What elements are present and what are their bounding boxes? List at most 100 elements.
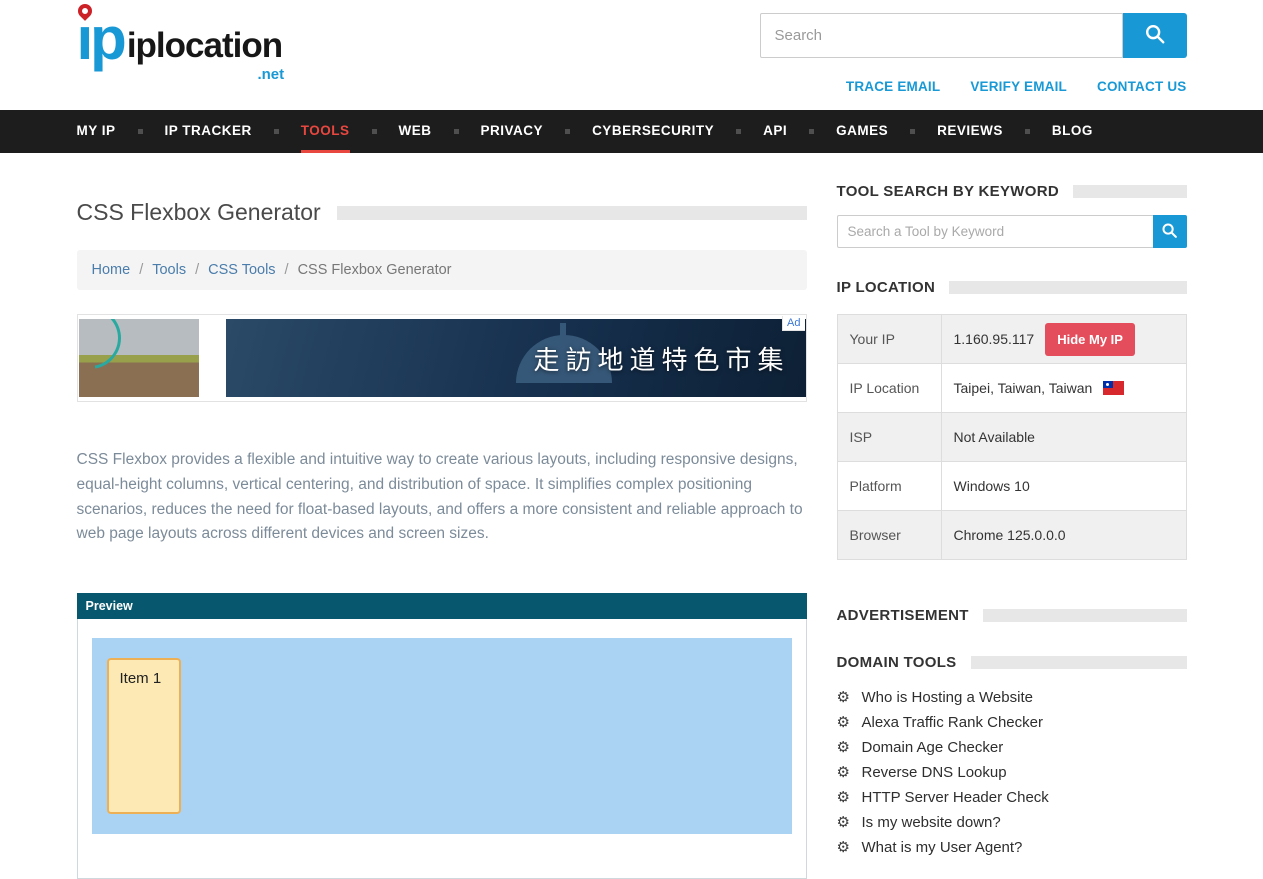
row-label: Platform: [837, 462, 941, 511]
contact-us-link[interactable]: CONTACT US: [1097, 79, 1187, 94]
logo-wordmark: iplocation: [127, 26, 282, 65]
list-item: ⚙ What is my User Agent?: [837, 838, 1187, 856]
nav-item-web[interactable]: WEB: [399, 110, 481, 153]
domain-tool-link-user-agent[interactable]: What is my User Agent?: [862, 839, 1023, 856]
list-item: ⚙ Alexa Traffic Rank Checker: [837, 713, 1187, 731]
nav-item-cybersecurity[interactable]: CYBERSECURITY: [592, 110, 763, 153]
list-item: ⚙ HTTP Server Header Check: [837, 788, 1187, 806]
nav-item-games[interactable]: GAMES: [836, 110, 937, 153]
logo-tld: .net: [257, 66, 284, 83]
gear-icon: ⚙: [837, 688, 862, 706]
nav-item-tools[interactable]: TOOLS: [301, 110, 399, 153]
heading-decorative-bar: [1073, 185, 1187, 198]
nav-item-blog[interactable]: BLOG: [1052, 110, 1093, 153]
domain-tool-link-alexa-rank[interactable]: Alexa Traffic Rank Checker: [862, 714, 1043, 731]
table-row: ISP Not Available: [837, 413, 1186, 462]
row-label: Browser: [837, 511, 941, 560]
preview-card: Preview Item 1: [77, 593, 807, 879]
header-search-input[interactable]: [760, 13, 1123, 58]
nav-item-my-ip[interactable]: MY IP: [77, 110, 165, 153]
domain-tool-link-reverse-dns[interactable]: Reverse DNS Lookup: [862, 764, 1007, 781]
list-item: ⚙ Reverse DNS Lookup: [837, 763, 1187, 781]
domain-tool-link-http-header[interactable]: HTTP Server Header Check: [862, 789, 1049, 806]
table-row: IP Location Taipei, Taiwan, Taiwan: [837, 364, 1186, 413]
breadcrumb-separator: [139, 262, 143, 278]
row-label: ISP: [837, 413, 941, 462]
flex-preview-item: Item 1: [107, 658, 181, 814]
row-label: Your IP: [837, 315, 941, 364]
top-header: ıp iplocation .net: [0, 0, 1263, 110]
nav-item-api[interactable]: API: [763, 110, 836, 153]
main-nav: MY IP IP TRACKER TOOLS WEB PRIVACY CYBER…: [0, 110, 1263, 153]
domain-tools-list: ⚙ Who is Hosting a Website ⚙ Alexa Traff…: [837, 688, 1187, 856]
table-row: Platform Windows 10: [837, 462, 1186, 511]
ad-main-photo: 走訪地道特色市集: [226, 319, 806, 397]
gear-icon: ⚙: [837, 788, 862, 806]
search-icon: [1144, 23, 1166, 48]
platform-value: Windows 10: [941, 462, 1186, 511]
gear-icon: ⚙: [837, 713, 862, 731]
nav-item-privacy[interactable]: PRIVACY: [481, 110, 593, 153]
ad-squiggle-decoration: [79, 319, 133, 381]
breadcrumb-css-tools[interactable]: CSS Tools: [208, 262, 275, 278]
domain-tools-heading: DOMAIN TOOLS: [837, 654, 957, 671]
breadcrumb-tools[interactable]: Tools: [152, 262, 186, 278]
hide-my-ip-button[interactable]: Hide My IP: [1045, 323, 1135, 356]
nav-item-reviews[interactable]: REVIEWS: [937, 110, 1052, 153]
logo-mark: ıp: [77, 10, 124, 67]
breadcrumb-separator: [195, 262, 199, 278]
advertisement-heading: ADVERTISEMENT: [837, 607, 969, 624]
list-item: ⚙ Domain Age Checker: [837, 738, 1187, 756]
ad-banner[interactable]: 走訪地道特色市集 Ad: [77, 314, 807, 402]
tool-search-heading: TOOL SEARCH BY KEYWORD: [837, 183, 1059, 200]
title-decorative-bar: [337, 206, 807, 220]
breadcrumb-current: CSS Flexbox Generator: [298, 262, 452, 278]
header-search: [760, 13, 1187, 58]
row-label: IP Location: [837, 364, 941, 413]
verify-email-link[interactable]: VERIFY EMAIL: [970, 79, 1067, 94]
preview-header: Preview: [77, 593, 807, 619]
main-column: CSS Flexbox Generator Home Tools CSS Too…: [77, 183, 807, 879]
table-row: Your IP 1.160.95.117 Hide My IP: [837, 315, 1186, 364]
gear-icon: ⚙: [837, 738, 862, 756]
tool-search-button[interactable]: [1153, 215, 1187, 248]
browser-value: Chrome 125.0.0.0: [941, 511, 1186, 560]
gear-icon: ⚙: [837, 763, 862, 781]
breadcrumb-home[interactable]: Home: [92, 262, 131, 278]
sidebar: TOOL SEARCH BY KEYWORD IP LOCATION: [837, 183, 1187, 879]
header-links: TRACE EMAIL VERIFY EMAIL CONTACT US: [846, 79, 1187, 94]
tool-search-input[interactable]: [837, 215, 1153, 248]
ip-location-heading: IP LOCATION: [837, 279, 936, 296]
isp-value: Not Available: [941, 413, 1186, 462]
domain-tool-link-hosting[interactable]: Who is Hosting a Website: [862, 689, 1033, 706]
domain-tool-link-website-down[interactable]: Is my website down?: [862, 814, 1001, 831]
taiwan-flag-icon: [1103, 381, 1124, 395]
gear-icon: ⚙: [837, 813, 862, 831]
page-title: CSS Flexbox Generator: [77, 199, 321, 226]
ip-location-value: Taipei, Taiwan, Taiwan: [954, 380, 1093, 396]
heading-decorative-bar: [971, 656, 1187, 669]
header-search-button[interactable]: [1123, 13, 1187, 58]
site-logo[interactable]: ıp iplocation .net: [77, 10, 283, 94]
search-icon: [1161, 222, 1178, 242]
tool-description: CSS Flexbox provides a flexible and intu…: [77, 448, 807, 547]
heading-decorative-bar: [983, 609, 1187, 622]
breadcrumb-separator: [285, 262, 289, 278]
trace-email-link[interactable]: TRACE EMAIL: [846, 79, 940, 94]
domain-tool-link-domain-age[interactable]: Domain Age Checker: [862, 739, 1004, 756]
flex-preview-container: Item 1: [92, 638, 792, 834]
ad-left-photo: [79, 319, 199, 397]
heading-decorative-bar: [949, 281, 1186, 294]
your-ip-value: 1.160.95.117: [954, 331, 1035, 347]
list-item: ⚙ Is my website down?: [837, 813, 1187, 831]
preview-body: Item 1: [77, 619, 807, 879]
nav-item-ip-tracker[interactable]: IP TRACKER: [165, 110, 301, 153]
ad-caption: 走訪地道特色市集: [533, 340, 805, 377]
ip-location-table: Your IP 1.160.95.117 Hide My IP IP Locat…: [837, 314, 1187, 560]
table-row: Browser Chrome 125.0.0.0: [837, 511, 1186, 560]
logo-text: iplocation .net: [127, 26, 282, 66]
breadcrumb: Home Tools CSS Tools CSS Flexbox Generat…: [77, 250, 807, 290]
ad-badge: Ad: [782, 316, 804, 331]
list-item: ⚙ Who is Hosting a Website: [837, 688, 1187, 706]
tool-search: [837, 215, 1187, 248]
